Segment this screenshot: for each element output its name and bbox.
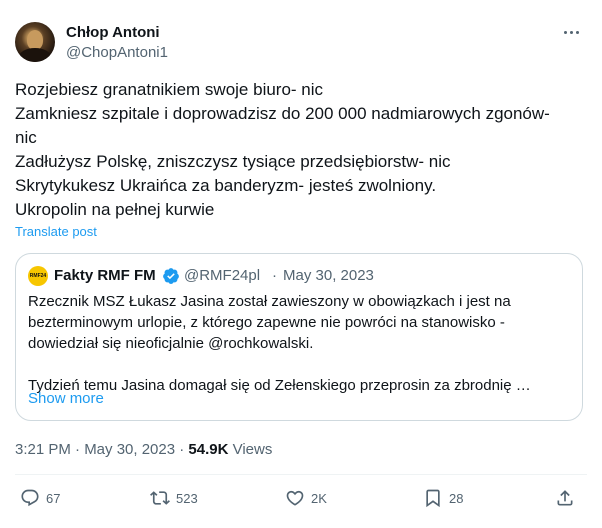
tweet-text-line: Ukropolin na pełnej kurwie xyxy=(15,200,215,219)
tweet-text-line: Zadłużysz Polskę, zniszczysz tysiące prz… xyxy=(15,152,451,171)
avatar-face xyxy=(27,30,43,50)
tweet-card: Chłop Antoni @ChopAntoni1 Rozjebiesz gra… xyxy=(0,0,602,528)
quote-author-avatar[interactable]: RMF24 xyxy=(28,266,48,286)
bookmark-button[interactable]: 28 xyxy=(423,486,463,510)
avatar-body xyxy=(19,48,51,62)
bookmark-count: 28 xyxy=(449,490,464,506)
author-display-name[interactable]: Chłop Antoni xyxy=(66,24,160,42)
reply-button[interactable]: 67 xyxy=(20,486,60,510)
quote-text-spacer xyxy=(28,354,573,375)
tweet-text: Rozjebiesz granatnikiem swoje biuro- nic… xyxy=(15,78,585,222)
quoted-tweet[interactable]: RMF24 Fakty RMF FM @RMF24pl · May 30, 20… xyxy=(15,253,583,421)
reply-icon xyxy=(21,489,39,507)
quote-author-handle[interactable]: @RMF24pl xyxy=(184,267,260,285)
tweet-text-line: Skrytykukesz Ukraińca za banderyzm- jest… xyxy=(15,176,437,195)
bookmark-icon xyxy=(426,489,440,508)
quote-text-line: Rzecznik MSZ Łukasz Jasina został zawies… xyxy=(28,293,511,310)
share-icon xyxy=(557,490,573,506)
quote-author-name[interactable]: Fakty RMF FM xyxy=(54,267,156,285)
reply-count: 67 xyxy=(46,490,61,506)
divider xyxy=(15,474,587,475)
repost-count: 523 xyxy=(176,490,198,506)
tweet-text-line: nic xyxy=(15,128,37,147)
quote-text-line: dowiedział się nieoficjalnie @rochkowals… xyxy=(28,335,314,352)
share-button[interactable] xyxy=(555,486,575,510)
author-avatar[interactable] xyxy=(15,22,55,62)
views-count: 54.9K xyxy=(188,441,229,458)
tweet-meta: 3:21 PM · May 30, 2023 · 54.9K Views xyxy=(15,441,272,458)
verified-badge-icon xyxy=(163,268,179,284)
views-label: Views xyxy=(228,441,273,458)
more-options-icon[interactable] xyxy=(559,22,583,42)
show-more-link[interactable]: Show more xyxy=(28,390,104,407)
like-button[interactable]: 2K xyxy=(285,486,327,510)
quote-text-line: bezterminowym urlopie, z którego zapewne… xyxy=(28,314,505,331)
heart-icon xyxy=(286,490,304,506)
quote-separator: · xyxy=(272,267,277,284)
repost-icon xyxy=(150,491,170,505)
tweet-text-line: Zamkniesz szpitale i doprowadzisz do 200… xyxy=(15,104,550,123)
author-handle[interactable]: @ChopAntoni1 xyxy=(66,44,168,62)
quote-text-line: Tydzień temu Jasina domagał się od Zełen… xyxy=(28,377,531,394)
quote-date[interactable]: May 30, 2023 xyxy=(283,267,374,285)
repost-button[interactable]: 523 xyxy=(150,486,198,510)
like-count: 2K xyxy=(311,490,327,506)
quote-text: Rzecznik MSZ Łukasz Jasina został zawies… xyxy=(28,291,573,396)
translate-post-link[interactable]: Translate post xyxy=(15,224,97,239)
tweet-text-line: Rozjebiesz granatnikiem swoje biuro- nic xyxy=(15,80,324,99)
timestamp[interactable]: 3:21 PM · May 30, 2023 · xyxy=(15,441,188,458)
